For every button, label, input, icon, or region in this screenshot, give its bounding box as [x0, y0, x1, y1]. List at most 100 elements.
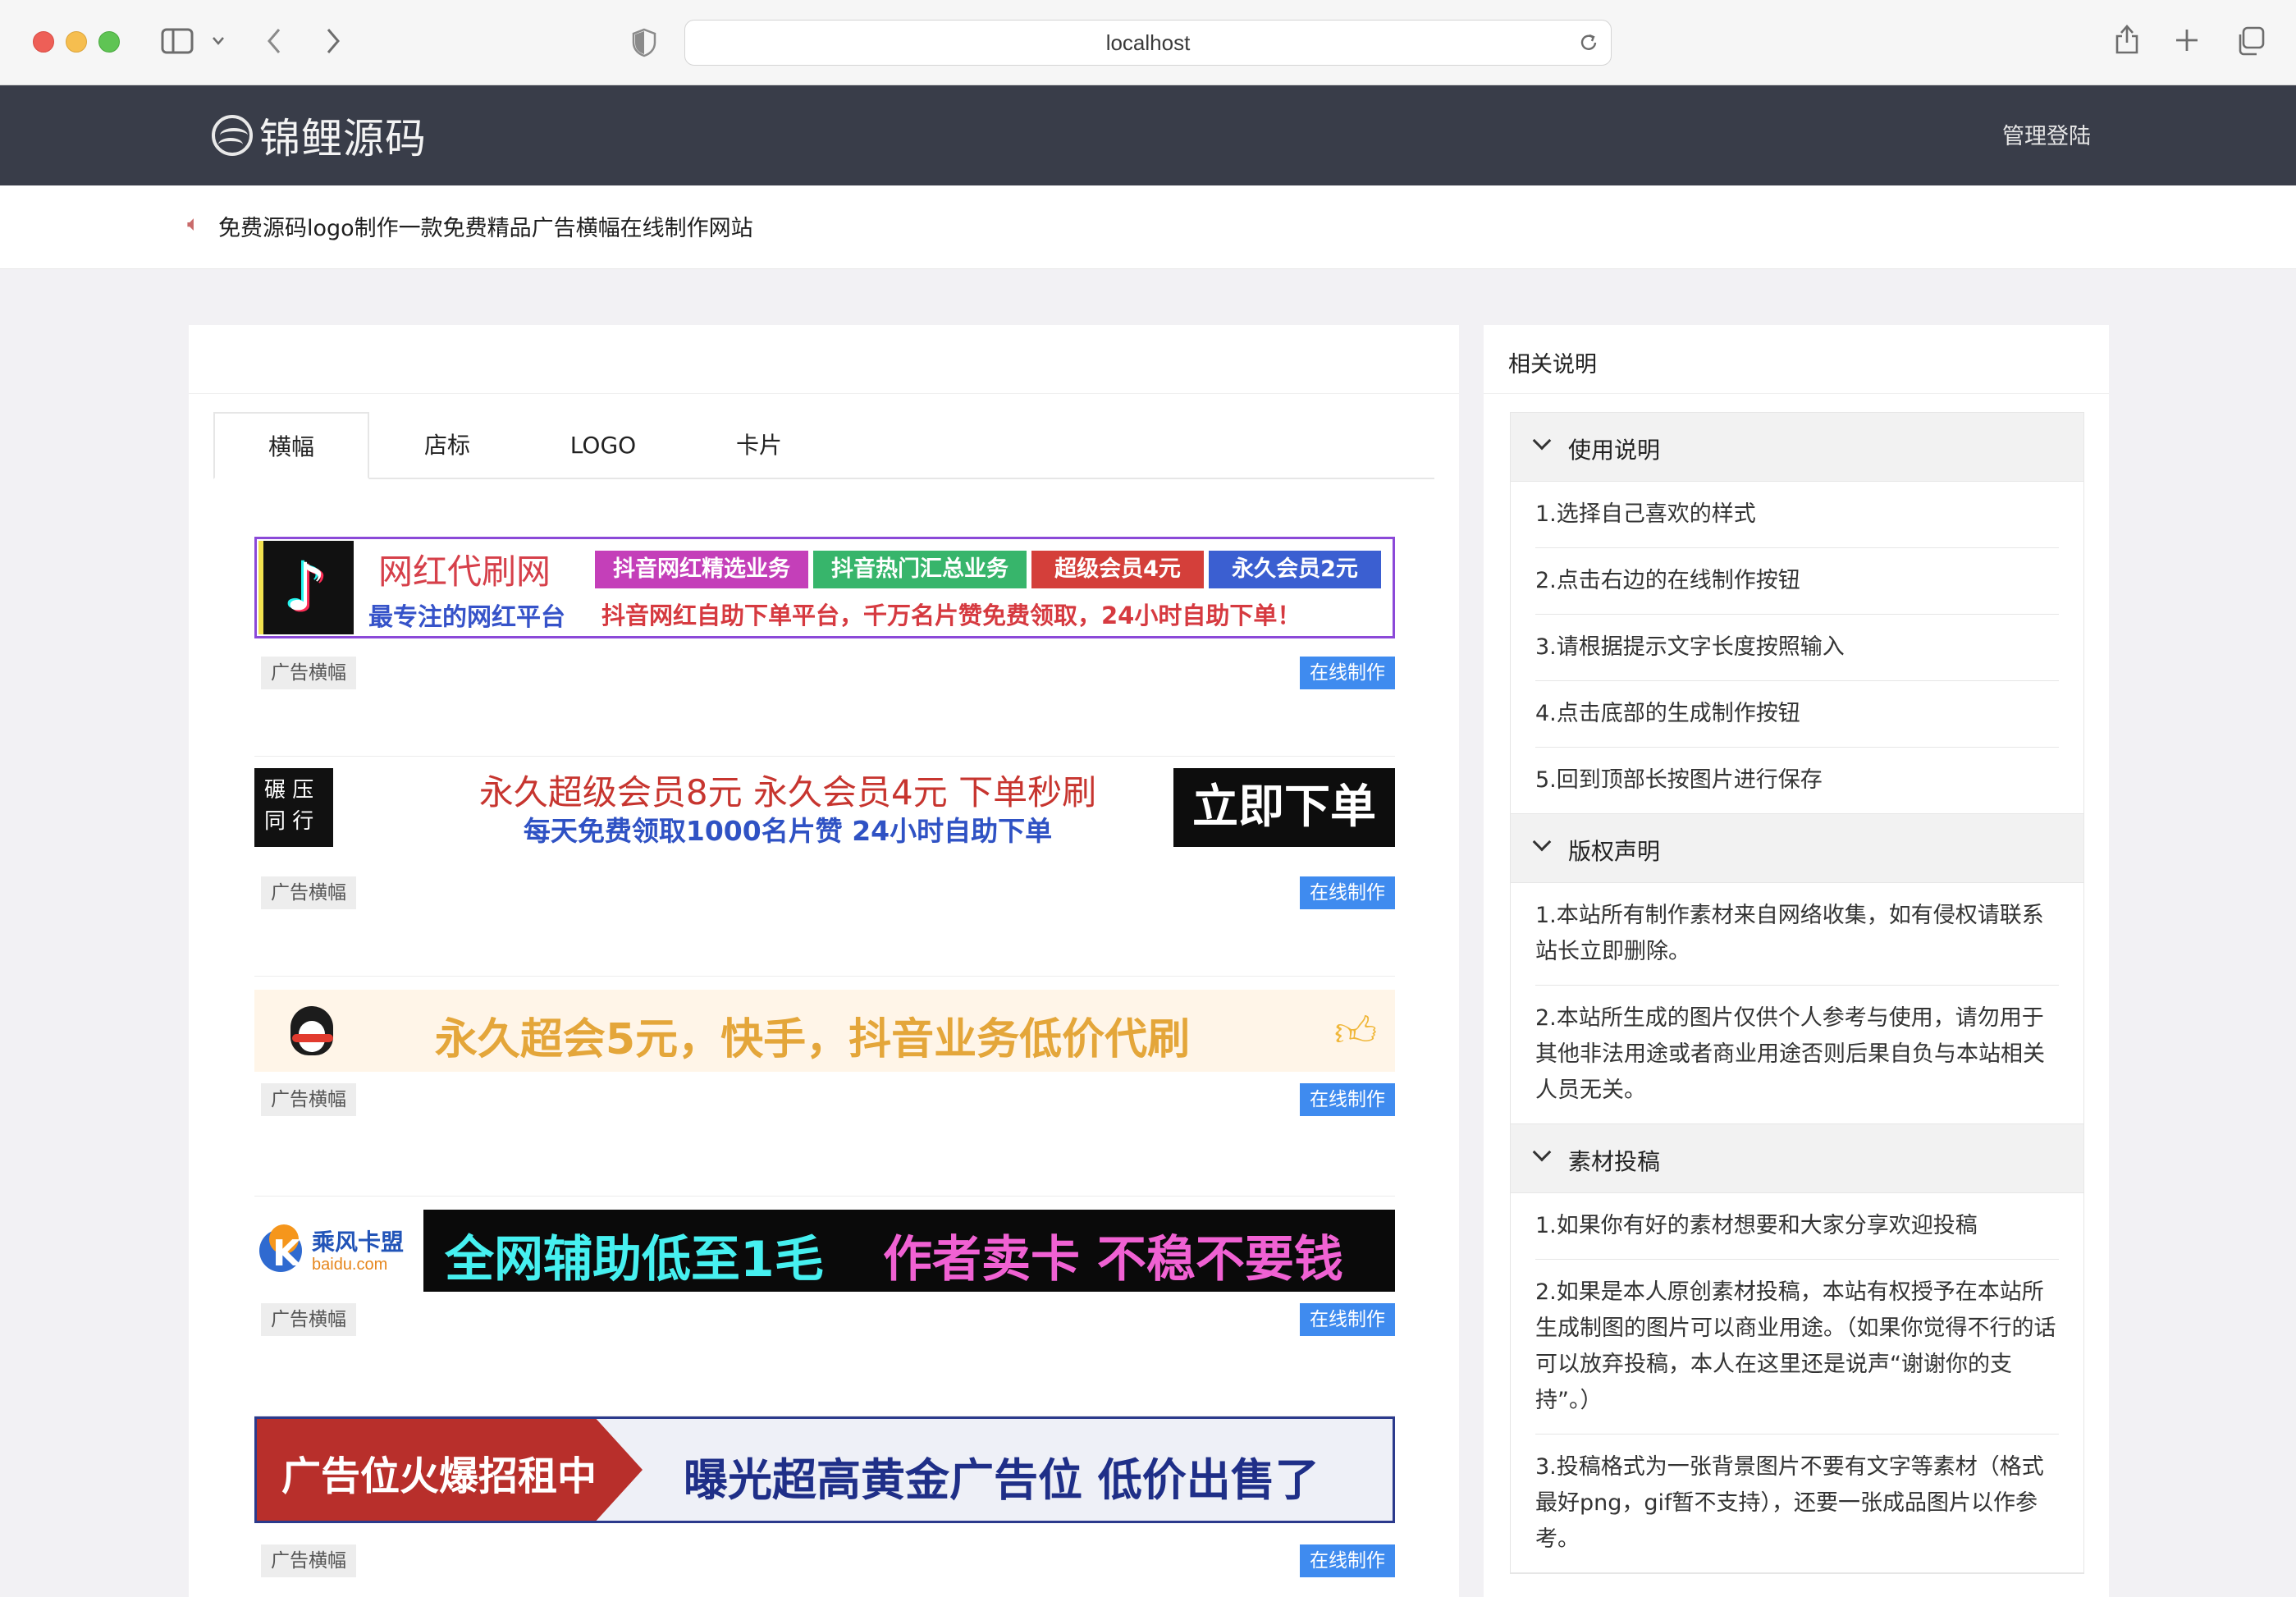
list-item: 3.投稿格式为一张背景图片不要有文字等素材（格式最好png，gif暂不支持），还… [1535, 1454, 2044, 1552]
list-item: 广告位火爆招租中 曝光超高黄金广告位 低价出售了 广告横幅 在线制作 [254, 1416, 1395, 1597]
address-bar[interactable]: localhost [684, 20, 1612, 66]
zoom-window-button[interactable] [98, 31, 120, 53]
new-tab-icon[interactable] [2175, 28, 2199, 53]
banner-title: 永久超会5元，快手，抖音业务低价代刷 [434, 1015, 1191, 1064]
list-item: 1.选择自己喜欢的样式 [1535, 482, 2059, 548]
thumbs-up-icon: 👍︎ [1334, 1008, 1378, 1055]
chevron-down-icon [1532, 832, 1552, 852]
list-item: 3.请根据提示文字长度按照输入 [1535, 615, 2059, 681]
banner-pill: 超级会员4元 [1031, 551, 1204, 588]
logo-text: 锦鲤源码 [259, 115, 427, 162]
banner-text: 抖音网红自助下单平台，千万名片赞免费领取，24小时自助下单！ [601, 602, 1301, 629]
banner-tag: 广告横幅 [261, 1083, 356, 1116]
make-online-button[interactable]: 在线制作 [1300, 657, 1395, 689]
banner-pill: 抖音热门汇总业务 [813, 551, 1027, 588]
notice-text: 免费源码logo制作一款免费精品广告横幅在线制作网站 [218, 216, 753, 241]
collapse-body: 1.如果你有好的素材想要和大家分享欢迎投稿 2.如果是本人原创素材投稿，本站有权… [1511, 1193, 2083, 1573]
info-collapse: 使用说明 1.选择自己喜欢的样式 2.点击右边的在线制作按钮 3.请根据提示文字… [1510, 412, 2084, 1574]
banner-title: 全网辅助低至1毛 [445, 1231, 824, 1288]
penguin-icon [282, 998, 340, 1064]
category-tabs: 横幅 店标 LOGO 卡片 [213, 412, 1434, 479]
back-icon[interactable] [264, 26, 284, 56]
collapse-title: 素材投稿 [1568, 1148, 1661, 1175]
collapse-body: 1.本站所有制作素材来自网络收集，如有侵权请联系站长立即删除。 2.本站所生成的… [1511, 883, 2083, 1124]
forward-icon[interactable] [323, 26, 343, 56]
list-item: K 乘风卡盟 baidu.com 全网辅助低至1毛 作者卖卡 不稳不要钱 广告横… [254, 1197, 1395, 1416]
collapse-header-copyright[interactable]: 版权声明 [1511, 814, 2083, 883]
banner-title: 永久超级会员8元 永久会员4元 下单秒刷 [478, 772, 1097, 812]
minimize-window-button[interactable] [66, 31, 87, 53]
banner-subtitle: 作者卖卡 不稳不要钱 [883, 1231, 1343, 1288]
banner-pill: 永久会员2元 [1209, 551, 1381, 588]
banner-cta: 立即下单 [1173, 768, 1395, 847]
banner-pill: 抖音网红精选业务 [595, 551, 808, 588]
tab-card[interactable]: 卡片 [681, 412, 837, 479]
banner-preview[interactable]: 永久超会5元，快手，抖音业务低价代刷 👍︎ [254, 990, 1395, 1072]
banner-preview[interactable]: 广告位火爆招租中 曝光超高黄金广告位 低价出售了 [254, 1416, 1395, 1523]
notice-bar: 🔈︎ 免费源码logo制作一款免费精品广告横幅在线制作网站 [0, 185, 2296, 269]
banner-tag: 广告横幅 [261, 876, 356, 909]
site-header: 锦鲤源码 管理登陆 [0, 85, 2296, 185]
site-logo[interactable]: 锦鲤源码 [212, 108, 427, 162]
list-item: 4.点击底部的生成制作按钮 [1535, 681, 2059, 748]
main-panel-header [189, 325, 1459, 394]
admin-login-link[interactable]: 管理登陆 [2002, 118, 2091, 150]
address-text: localhost [1105, 30, 1191, 55]
banner-preview[interactable]: K 乘风卡盟 baidu.com 全网辅助低至1毛 作者卖卡 不稳不要钱 [254, 1210, 1395, 1292]
list-item: 碾 压 同 行 永久超级会员8元 永久会员4元 下单秒刷 每天免费领取1000名… [254, 757, 1395, 977]
reload-icon[interactable] [1578, 32, 1599, 53]
make-online-button[interactable]: 在线制作 [1300, 1083, 1395, 1116]
banner-list: ♪ 网红代刷网 最专注的网红平台 抖音网红精选业务 抖音热门汇总业务 超级会员4… [254, 537, 1395, 1597]
list-item: ♪ 网红代刷网 最专注的网红平台 抖音网红精选业务 抖音热门汇总业务 超级会员4… [254, 537, 1395, 757]
close-window-button[interactable] [33, 31, 54, 53]
banner-brand: 乘风卡盟 [312, 1229, 405, 1256]
browser-toolbar: localhost [0, 0, 2296, 85]
banner-tag: 广告横幅 [261, 1544, 356, 1577]
make-online-button[interactable]: 在线制作 [1300, 876, 1395, 909]
collapse-title: 使用说明 [1568, 437, 1661, 464]
list-item: 5.回到顶部长按图片进行保存 [1535, 767, 1823, 793]
list-item: 2.点击右边的在线制作按钮 [1535, 548, 2059, 615]
banner-subtitle: 每天免费领取1000名片赞 24小时自助下单 [523, 815, 1053, 847]
banner-preview[interactable]: ♪ 网红代刷网 最专注的网红平台 抖音网红精选业务 抖音热门汇总业务 超级会员4… [254, 537, 1395, 638]
list-item: 永久超会5元，快手，抖音业务低价代刷 👍︎ 广告横幅 在线制作 [254, 977, 1395, 1197]
chevron-down-icon [1532, 431, 1552, 451]
collapse-header-submission[interactable]: 素材投稿 [1511, 1124, 2083, 1193]
banner-stamp: 碾 压 同 行 [254, 768, 333, 847]
make-online-button[interactable]: 在线制作 [1300, 1544, 1395, 1577]
chevron-down-icon [1532, 1142, 1552, 1162]
speaker-icon: 🔈︎ [187, 212, 200, 236]
banner-tag: 广告横幅 [261, 1303, 356, 1336]
k-logo-icon: K [259, 1221, 305, 1279]
collapse-body: 1.选择自己喜欢的样式 2.点击右边的在线制作按钮 3.请根据提示文字长度按照输… [1511, 482, 2083, 814]
banner-domain: baidu.com [312, 1256, 388, 1274]
main-panel: 横幅 店标 LOGO 卡片 ♪ 网红代刷网 最专注的网红平台 抖音网红精选业务 … [189, 325, 1459, 1597]
tab-shop-sign[interactable]: 店标 [369, 412, 525, 479]
banner-brand-block: K 乘风卡盟 baidu.com [254, 1210, 423, 1292]
tab-banner[interactable]: 横幅 [213, 412, 369, 479]
side-panel-title: 相关说明 [1508, 352, 1597, 378]
tab-overview-icon[interactable] [2235, 26, 2265, 56]
banner-title: 广告位火爆招租中 [281, 1453, 597, 1499]
koi-logo-icon [212, 115, 253, 156]
tab-logo[interactable]: LOGO [525, 412, 681, 479]
sidebar-icon[interactable] [161, 28, 194, 54]
list-item: 2.本站所生成的图片仅供个人参考与使用，请勿用于其他非法用途或者商业用途否则后果… [1535, 1005, 2045, 1103]
side-panel: 相关说明 使用说明 1.选择自己喜欢的样式 2.点击右边的在线制作按钮 3.请根… [1484, 325, 2109, 1597]
make-online-button[interactable]: 在线制作 [1300, 1303, 1395, 1336]
list-item: 1.本站所有制作素材来自网络收集，如有侵权请联系站长立即删除。 [1535, 883, 2059, 986]
list-item: 1.如果你有好的素材想要和大家分享欢迎投稿 [1535, 1193, 2059, 1260]
tiktok-icon: ♪ [258, 541, 354, 634]
banner-title: 网红代刷网 [378, 551, 551, 592]
list-item: 2.如果是本人原创素材投稿，本站有权授予在本站所生成制图的图片可以商业用途。（如… [1535, 1260, 2059, 1435]
banner-tag: 广告横幅 [261, 657, 356, 689]
side-panel-header: 相关说明 [1484, 325, 2109, 394]
banner-preview[interactable]: 碾 压 同 行 永久超级会员8元 永久会员4元 下单秒刷 每天免费领取1000名… [254, 757, 1395, 858]
shield-icon[interactable] [632, 28, 656, 57]
share-icon[interactable] [2114, 23, 2140, 56]
collapse-header-usage[interactable]: 使用说明 [1511, 413, 2083, 482]
banner-subtitle: 最专注的网红平台 [368, 603, 565, 632]
chevron-down-icon[interactable] [212, 36, 225, 46]
collapse-title: 版权声明 [1568, 838, 1661, 865]
banner-subtitle: 曝光超高黄金广告位 低价出售了 [684, 1454, 1320, 1506]
